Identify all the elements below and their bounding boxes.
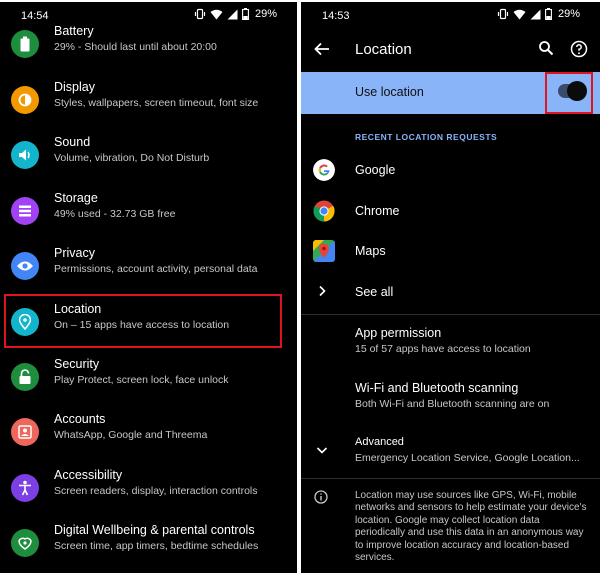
settings-item-storage[interactable]: Storage 49% used - 32.73 GB free <box>0 183 297 238</box>
settings-item-subtitle: WhatsApp, Google and Threema <box>54 429 208 441</box>
settings-item-display[interactable]: Display Styles, wallpapers, screen timeo… <box>0 72 297 127</box>
settings-item-title: Accessibility <box>54 468 123 482</box>
app-permission-row[interactable]: App permission 15 of 57 apps have access… <box>301 316 600 366</box>
battery-icon <box>11 29 39 58</box>
divider <box>301 478 600 479</box>
pref-subtitle: Emergency Location Service, Google Locat… <box>355 452 580 464</box>
divider <box>301 314 600 315</box>
signal-icon <box>530 9 541 19</box>
wellbeing-icon <box>11 528 39 557</box>
chevron-right-icon <box>319 285 326 297</box>
status-bar: 14:53 29% <box>301 2 600 28</box>
battery-percent: 29% <box>557 8 580 20</box>
settings-item-sound[interactable]: Sound Volume, vibration, Do Not Disturb <box>0 127 297 182</box>
location-screen: 14:53 29% Location Use location RECENT L… <box>301 2 600 573</box>
recent-requests-header: RECENT LOCATION REQUESTS <box>355 132 498 142</box>
toggle-highlight-box <box>545 72 593 114</box>
settings-item-subtitle: Play Protect, screen lock, face unlock <box>54 374 229 386</box>
chrome-icon <box>313 200 335 222</box>
settings-item-subtitle: Permissions, account activity, personal … <box>54 263 258 275</box>
location-info-text: Location may use sources like GPS, Wi-Fi… <box>355 490 587 564</box>
security-icon <box>11 362 39 391</box>
settings-item-title: Digital Wellbeing & parental controls <box>54 523 255 537</box>
recent-app-google[interactable]: Google <box>301 150 600 190</box>
settings-item-digital-wellbeing[interactable]: Digital Wellbeing & parental controls Sc… <box>0 515 297 570</box>
recent-app-name: Google <box>355 163 396 177</box>
wifi-bluetooth-scanning-row[interactable]: Wi-Fi and Bluetooth scanning Both Wi-Fi … <box>301 371 600 421</box>
recent-app-name: Chrome <box>355 204 400 218</box>
settings-item-battery[interactable]: Battery 29% - Should last until about 20… <box>0 16 297 71</box>
app-bar: Location <box>301 28 600 72</box>
vibrate-icon <box>497 8 509 20</box>
accessibility-icon <box>11 473 39 502</box>
display-icon <box>11 85 39 114</box>
settings-item-title: Display <box>54 80 95 94</box>
pref-title: App permission <box>355 326 442 340</box>
settings-item-subtitle: 49% used - 32.73 GB free <box>54 208 176 220</box>
pref-title: Advanced <box>355 436 404 448</box>
pref-title: Wi-Fi and Bluetooth scanning <box>355 381 519 395</box>
settings-item-accessibility[interactable]: Accessibility Screen readers, display, i… <box>0 460 297 515</box>
settings-item-title: Privacy <box>54 246 95 260</box>
settings-item-title: Security <box>54 357 100 371</box>
pref-subtitle: Both Wi-Fi and Bluetooth scanning are on <box>355 398 550 410</box>
recent-app-name: Maps <box>355 244 386 258</box>
location-highlight-box <box>4 294 282 348</box>
back-arrow-icon[interactable] <box>313 40 331 58</box>
chevron-down-icon <box>316 447 328 454</box>
google-icon <box>313 159 335 181</box>
settings-item-privacy[interactable]: Privacy Permissions, account activity, p… <box>0 238 297 293</box>
info-icon <box>314 490 328 504</box>
settings-screen: 14:54 29% Battery 29% - Should last unti… <box>0 2 297 573</box>
settings-item-accounts[interactable]: Accounts WhatsApp, Google and Threema <box>0 404 297 459</box>
privacy-icon <box>11 251 39 280</box>
settings-item-subtitle: 29% - Should last until about 20:00 <box>54 41 217 53</box>
settings-item-subtitle: Screen readers, display, interaction con… <box>54 485 258 497</box>
pref-subtitle: 15 of 57 apps have access to location <box>355 343 531 355</box>
settings-item-subtitle: Screen time, app timers, bedtime schedul… <box>54 540 259 552</box>
maps-icon <box>313 240 335 262</box>
settings-item-security[interactable]: Security Play Protect, screen lock, face… <box>0 349 297 404</box>
recent-app-chrome[interactable]: Chrome <box>301 191 600 231</box>
see-all-label: See all <box>355 285 394 299</box>
settings-item-title: Battery <box>54 24 94 38</box>
use-location-label: Use location <box>355 85 424 99</box>
wifi-icon <box>513 9 526 19</box>
settings-item-subtitle: Volume, vibration, Do Not Disturb <box>54 152 210 164</box>
storage-icon <box>11 196 39 225</box>
battery-status-icon <box>545 8 552 20</box>
recent-app-maps[interactable]: Maps <box>301 231 600 271</box>
accounts-icon <box>11 417 39 446</box>
settings-item-title: Storage <box>54 191 98 205</box>
sound-icon <box>11 140 39 169</box>
see-all-row[interactable]: See all <box>301 272 600 312</box>
advanced-row[interactable]: Advanced Emergency Location Service, Goo… <box>301 426 600 476</box>
settings-item-subtitle: Styles, wallpapers, screen timeout, font… <box>54 97 259 109</box>
search-icon[interactable] <box>538 40 554 56</box>
status-time: 14:53 <box>322 10 350 22</box>
page-title: Location <box>355 41 412 58</box>
help-icon[interactable] <box>570 40 588 58</box>
settings-item-title: Accounts <box>54 412 106 426</box>
settings-item-title: Sound <box>54 135 91 149</box>
